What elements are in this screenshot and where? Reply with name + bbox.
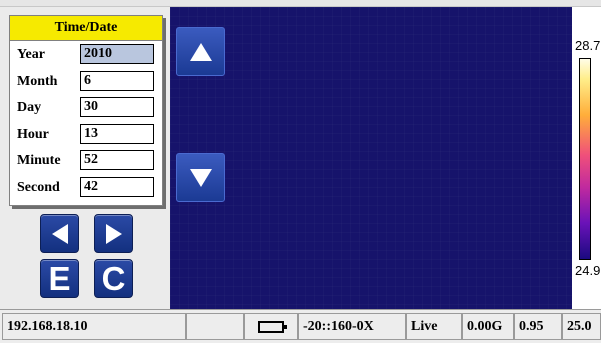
battery-icon: [258, 320, 287, 333]
status-bar: 192.168.18.10 -20::160-0X Live 0.00G 0.9…: [0, 309, 601, 343]
field-label-year: Year: [17, 47, 45, 62]
field-row-minute: Minute 52: [10, 147, 162, 174]
top-border: [0, 0, 601, 7]
live-mode-indicator: Live: [406, 313, 462, 340]
right-arrow-button[interactable]: [94, 214, 133, 253]
up-arrow-button[interactable]: [176, 27, 225, 76]
field-row-month: Month 6: [10, 68, 162, 95]
down-arrow-button[interactable]: [176, 153, 225, 202]
minute-field[interactable]: 52: [80, 150, 154, 170]
thermal-image-view[interactable]: [170, 7, 572, 309]
field-row-second: Second 42: [10, 174, 162, 201]
field-label-day: Day: [17, 100, 42, 115]
field-row-hour: Hour 13: [10, 121, 162, 148]
field-label-minute: Minute: [17, 153, 61, 168]
scale-max-label: 28.7: [575, 38, 601, 53]
field-label-hour: Hour: [17, 126, 49, 142]
triangle-right-icon: [105, 223, 122, 244]
temperature-scale: 28.7 24.9: [572, 7, 601, 309]
triangle-up-icon: [189, 42, 212, 61]
left-arrow-button[interactable]: [40, 214, 79, 253]
triangle-down-icon: [189, 168, 212, 187]
range-indicator: -20::160-0X: [298, 313, 406, 340]
left-control-panel: Time/Date Year 2010 Month 6 Day 30 Hour …: [0, 7, 170, 309]
color-scale-bar: [579, 58, 591, 260]
field-label-second: Second: [17, 179, 60, 195]
temperature-indicator: 25.0: [562, 313, 601, 340]
emissivity-indicator: 0.95: [514, 313, 562, 340]
field-row-year: Year 2010: [10, 41, 162, 68]
panel-title: Time/Date: [10, 16, 162, 41]
battery-cell: [244, 313, 298, 340]
ip-address: 192.168.18.10: [2, 313, 186, 340]
hour-field[interactable]: 13: [80, 123, 154, 144]
field-row-day: Day 30: [10, 94, 162, 121]
e-button[interactable]: E: [40, 259, 79, 298]
triangle-left-icon: [51, 223, 68, 244]
thermal-camera-screen: Time/Date Year 2010 Month 6 Day 30 Hour …: [0, 0, 601, 343]
time-date-panel: Time/Date Year 2010 Month 6 Day 30 Hour …: [9, 15, 163, 206]
gain-indicator: 0.00G: [462, 313, 514, 340]
day-field[interactable]: 30: [80, 97, 154, 117]
month-field[interactable]: 6: [80, 70, 154, 91]
status-empty-cell: [186, 313, 244, 340]
second-field[interactable]: 42: [80, 176, 154, 197]
field-label-month: Month: [17, 73, 58, 89]
c-button[interactable]: C: [94, 259, 133, 298]
year-field[interactable]: 2010: [80, 44, 154, 64]
scale-min-label: 24.9: [575, 263, 601, 278]
